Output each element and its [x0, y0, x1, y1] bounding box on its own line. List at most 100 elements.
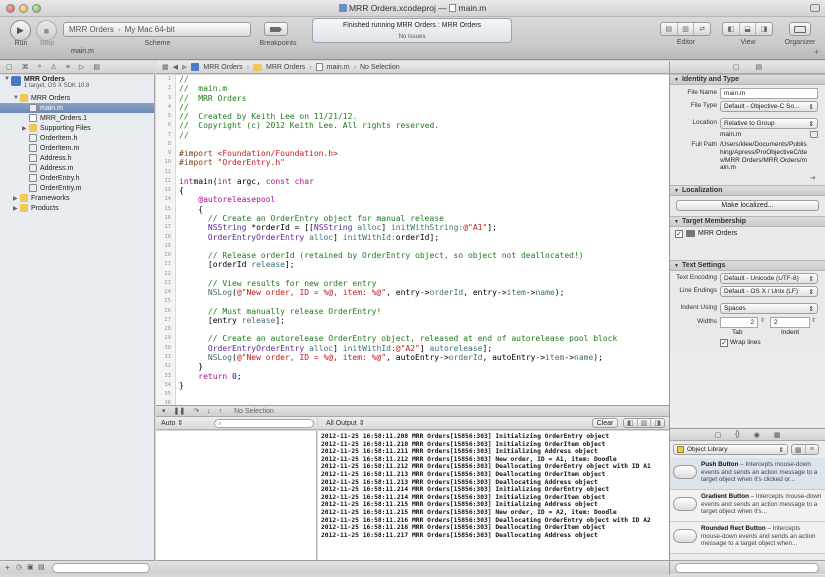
- code-line[interactable]: // Created by Keith Lee on 11/21/12.: [179, 112, 665, 121]
- library-item[interactable]: Gradient Button – Intercepts mouse-down …: [670, 490, 825, 522]
- line-number[interactable]: 31: [156, 353, 175, 362]
- back-icon[interactable]: ◀: [173, 63, 178, 71]
- code-line[interactable]: [orderId release];: [179, 260, 665, 269]
- code-line[interactable]: [179, 390, 665, 399]
- line-number[interactable]: 15: [156, 205, 175, 214]
- line-number[interactable]: 35: [156, 390, 175, 399]
- navigator-item[interactable]: ▶ Supporting Files: [0, 123, 154, 133]
- new-tab-icon[interactable]: +: [814, 47, 819, 57]
- line-number[interactable]: 14: [156, 195, 175, 204]
- line-number[interactable]: 16: [156, 214, 175, 223]
- forward-icon[interactable]: ▶: [182, 63, 187, 71]
- stop-button[interactable]: ■: [36, 20, 57, 41]
- navigator-item[interactable]: Address.h: [0, 153, 154, 163]
- standard-editor-icon[interactable]: ▤: [661, 23, 678, 35]
- line-number[interactable]: 5: [156, 112, 175, 121]
- organizer-button[interactable]: [789, 22, 811, 36]
- code-line[interactable]: // View results for new order entry: [179, 279, 665, 288]
- fullscreen-icon[interactable]: [810, 4, 820, 12]
- navigator-item[interactable]: ▶ Frameworks: [0, 193, 154, 203]
- code-line[interactable]: // main.m: [179, 84, 665, 93]
- debug-area-toggle-icon[interactable]: ⬓: [740, 23, 757, 35]
- line-number[interactable]: 34: [156, 381, 175, 390]
- code-line[interactable]: [179, 140, 665, 149]
- code-line[interactable]: [179, 242, 665, 251]
- line-number[interactable]: 7: [156, 131, 175, 140]
- add-file-icon[interactable]: +: [5, 563, 10, 572]
- issue-navigator-icon[interactable]: ⚠: [51, 63, 57, 71]
- navigator-item[interactable]: OrderItem.m: [0, 143, 154, 153]
- object-library-icon[interactable]: ◉: [754, 431, 760, 439]
- line-number[interactable]: 22: [156, 270, 175, 279]
- project-root[interactable]: ▼ MRR Orders 1 target, OS X SDK 10.8: [0, 75, 154, 93]
- line-number[interactable]: 27: [156, 316, 175, 325]
- hide-debug-area-icon[interactable]: ▾: [162, 407, 166, 415]
- code-line[interactable]: [179, 325, 665, 334]
- line-number[interactable]: 29: [156, 334, 175, 343]
- pause-icon[interactable]: ❚❚: [174, 407, 186, 415]
- variables-view[interactable]: [156, 431, 317, 560]
- icon-view-icon[interactable]: ▦: [792, 445, 806, 454]
- disclosure-closed-icon[interactable]: ▶: [13, 205, 20, 212]
- indent-using-select[interactable]: Spaces ⇕: [720, 303, 818, 314]
- view-segmented[interactable]: ◧ ⬓ ◨: [722, 22, 773, 36]
- navigator-item[interactable]: OrderEntry.h: [0, 173, 154, 183]
- code-line[interactable]: NSString *orderId = [[NSString alloc] in…: [179, 223, 665, 232]
- jump-crumb-group[interactable]: MRR Orders: [266, 64, 305, 71]
- indent-width-field[interactable]: 2: [770, 317, 810, 328]
- line-number[interactable]: 24: [156, 288, 175, 297]
- library-filter-input[interactable]: [675, 563, 819, 573]
- choose-location-icon[interactable]: [810, 131, 818, 138]
- line-number[interactable]: 33: [156, 372, 175, 381]
- code-line[interactable]: }: [179, 381, 665, 390]
- line-number[interactable]: 4: [156, 103, 175, 112]
- code-line[interactable]: // Release orderId (retained by OrderEnt…: [179, 251, 665, 260]
- line-number[interactable]: 12: [156, 177, 175, 186]
- clear-console-button[interactable]: Clear: [592, 418, 618, 428]
- code-line[interactable]: #import <Foundation/Foundation.h>: [179, 149, 665, 158]
- navigator-item[interactable]: OrderEntry.m: [0, 183, 154, 193]
- utilities-toggle-icon[interactable]: ◨: [756, 23, 772, 35]
- reveal-in-finder-icon[interactable]: ➔: [810, 174, 816, 182]
- jump-crumb-symbol[interactable]: No Selection: [360, 64, 400, 71]
- source-editor[interactable]: 1 2 3 4 5 6 7 8 9 10 11 12 13 14 15 16 17 18 19 20 21 22 23 24 2…: [156, 75, 669, 405]
- navigator-filter-input[interactable]: [52, 563, 150, 573]
- line-number[interactable]: 30: [156, 344, 175, 353]
- quick-help-icon[interactable]: ▤: [756, 63, 763, 71]
- identity-section-header[interactable]: ▼ Identity and Type: [670, 74, 825, 85]
- code-line[interactable]: {: [179, 205, 665, 214]
- make-localized-button[interactable]: Make localized...: [676, 200, 819, 211]
- variables-search-input[interactable]: ⌕: [214, 419, 314, 428]
- line-number[interactable]: 10: [156, 158, 175, 167]
- code-line[interactable]: // Must manually release OrderEntry!: [179, 307, 665, 316]
- recent-files-icon[interactable]: ◷: [16, 563, 22, 571]
- assistant-editor-icon[interactable]: ▥: [678, 23, 695, 35]
- unsaved-filter-icon[interactable]: ▤: [38, 563, 45, 571]
- code-line[interactable]: OrderEntryOrderEntry alloc] initWithId:@…: [179, 344, 665, 353]
- line-number[interactable]: 20: [156, 251, 175, 260]
- code-line[interactable]: return 0;: [179, 372, 665, 381]
- disclosure-closed-icon[interactable]: ▶: [22, 125, 29, 132]
- navigator-item[interactable]: OrderItem.h: [0, 133, 154, 143]
- file-name-field[interactable]: main.m: [720, 88, 818, 99]
- line-number[interactable]: 32: [156, 362, 175, 371]
- code-line[interactable]: [179, 168, 665, 177]
- code-line[interactable]: // Create an autorelease OrderEntry obje…: [179, 334, 665, 343]
- code-line[interactable]: OrderEntryOrderEntry alloc] initWithId:o…: [179, 233, 665, 242]
- console-output[interactable]: 2012-11-25 16:58:11.208 MRR Orders[15856…: [318, 431, 669, 560]
- disclosure-closed-icon[interactable]: ▶: [13, 195, 20, 202]
- code-line[interactable]: //: [179, 75, 665, 84]
- code-line[interactable]: // Create an OrderEntry object for manua…: [179, 214, 665, 223]
- version-editor-icon[interactable]: ⇄: [694, 23, 710, 35]
- line-number[interactable]: 25: [156, 297, 175, 306]
- location-select[interactable]: Relative to Group ⇕: [720, 118, 818, 129]
- library-type-select[interactable]: Object Library ⇕: [673, 444, 788, 455]
- line-number[interactable]: 1: [156, 75, 175, 84]
- line-number-gutter[interactable]: 1 2 3 4 5 6 7 8 9 10 11 12 13 14 15 16 17 18 19 20 21 22 23 24 2…: [156, 75, 176, 405]
- library-item[interactable]: Rounded Rect Button – Intercepts mouse-d…: [670, 522, 825, 554]
- tab-width-stepper-icon[interactable]: ⇕: [760, 317, 765, 324]
- code-line[interactable]: @autoreleasepool: [179, 195, 665, 204]
- debug-navigator-icon[interactable]: ≡: [66, 64, 70, 71]
- code-snippet-library-icon[interactable]: {}: [735, 431, 740, 438]
- breakpoint-navigator-icon[interactable]: ▷: [79, 63, 84, 71]
